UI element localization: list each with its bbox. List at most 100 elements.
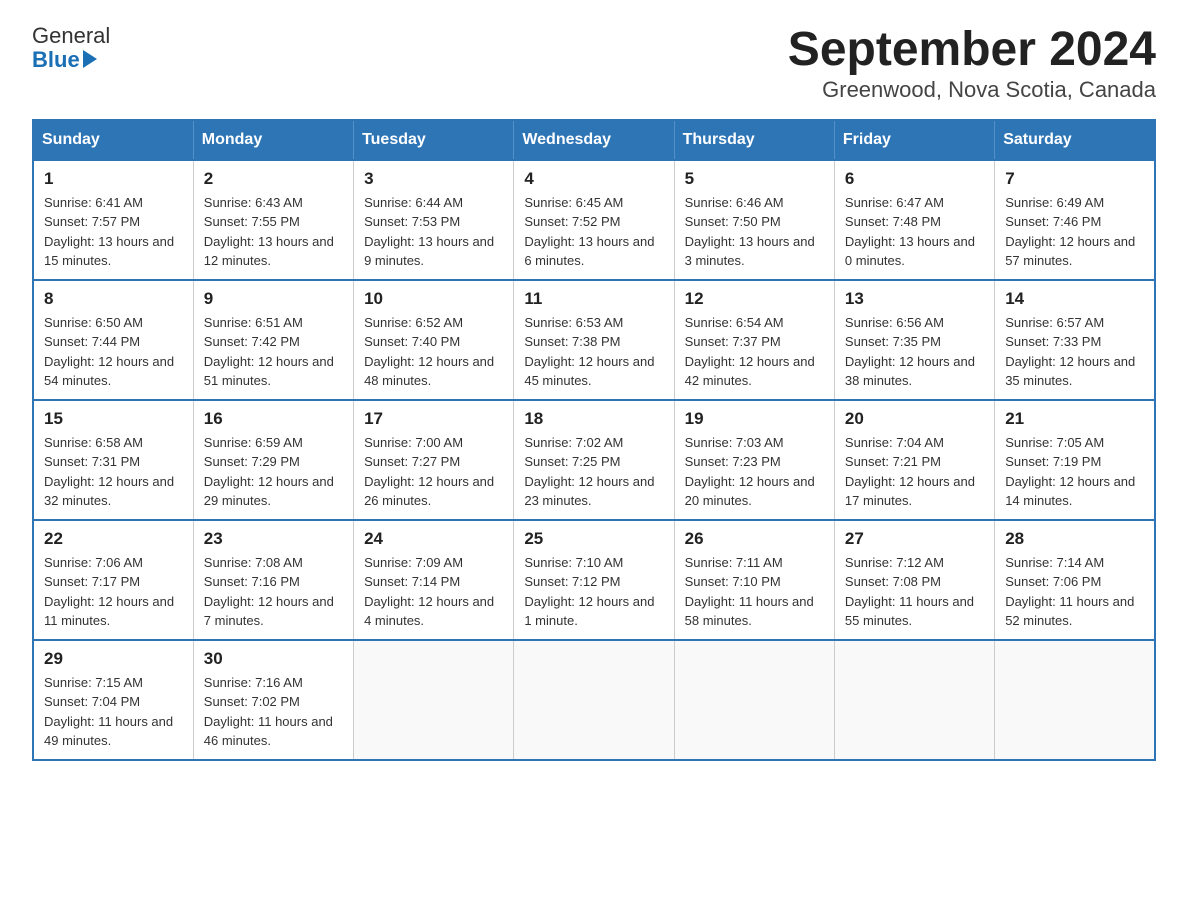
calendar-cell: 27 Sunrise: 7:12 AM Sunset: 7:08 PM Dayl… [834,520,994,640]
day-info: Sunrise: 7:05 AM Sunset: 7:19 PM Dayligh… [1005,433,1144,511]
col-wednesday: Wednesday [514,120,674,160]
day-number: 10 [364,289,503,309]
calendar-week-1: 1 Sunrise: 6:41 AM Sunset: 7:57 PM Dayli… [33,160,1155,280]
day-info: Sunrise: 7:16 AM Sunset: 7:02 PM Dayligh… [204,673,343,751]
calendar-cell: 2 Sunrise: 6:43 AM Sunset: 7:55 PM Dayli… [193,160,353,280]
day-info: Sunrise: 7:08 AM Sunset: 7:16 PM Dayligh… [204,553,343,631]
calendar-cell [674,640,834,760]
col-tuesday: Tuesday [354,120,514,160]
logo-triangle-icon [83,50,97,68]
page-title: September 2024 [788,24,1156,77]
day-number: 9 [204,289,343,309]
calendar-cell: 11 Sunrise: 6:53 AM Sunset: 7:38 PM Dayl… [514,280,674,400]
day-info: Sunrise: 6:54 AM Sunset: 7:37 PM Dayligh… [685,313,824,391]
day-number: 1 [44,169,183,189]
calendar-cell: 7 Sunrise: 6:49 AM Sunset: 7:46 PM Dayli… [995,160,1155,280]
day-number: 28 [1005,529,1144,549]
day-info: Sunrise: 7:11 AM Sunset: 7:10 PM Dayligh… [685,553,824,631]
calendar-cell: 8 Sunrise: 6:50 AM Sunset: 7:44 PM Dayli… [33,280,193,400]
calendar-table: Sunday Monday Tuesday Wednesday Thursday… [32,119,1156,761]
day-number: 21 [1005,409,1144,429]
day-number: 14 [1005,289,1144,309]
calendar-cell: 20 Sunrise: 7:04 AM Sunset: 7:21 PM Dayl… [834,400,994,520]
day-info: Sunrise: 6:51 AM Sunset: 7:42 PM Dayligh… [204,313,343,391]
calendar-cell: 19 Sunrise: 7:03 AM Sunset: 7:23 PM Dayl… [674,400,834,520]
col-thursday: Thursday [674,120,834,160]
day-info: Sunrise: 7:06 AM Sunset: 7:17 PM Dayligh… [44,553,183,631]
day-info: Sunrise: 6:43 AM Sunset: 7:55 PM Dayligh… [204,193,343,271]
day-number: 25 [524,529,663,549]
calendar-cell: 18 Sunrise: 7:02 AM Sunset: 7:25 PM Dayl… [514,400,674,520]
title-block: September 2024 Greenwood, Nova Scotia, C… [788,24,1156,103]
day-number: 30 [204,649,343,669]
calendar-cell: 13 Sunrise: 6:56 AM Sunset: 7:35 PM Dayl… [834,280,994,400]
day-number: 12 [685,289,824,309]
calendar-cell: 6 Sunrise: 6:47 AM Sunset: 7:48 PM Dayli… [834,160,994,280]
calendar-week-5: 29 Sunrise: 7:15 AM Sunset: 7:04 PM Dayl… [33,640,1155,760]
calendar-cell: 30 Sunrise: 7:16 AM Sunset: 7:02 PM Dayl… [193,640,353,760]
col-sunday: Sunday [33,120,193,160]
calendar-cell: 14 Sunrise: 6:57 AM Sunset: 7:33 PM Dayl… [995,280,1155,400]
calendar-cell: 29 Sunrise: 7:15 AM Sunset: 7:04 PM Dayl… [33,640,193,760]
header-row: Sunday Monday Tuesday Wednesday Thursday… [33,120,1155,160]
calendar-week-2: 8 Sunrise: 6:50 AM Sunset: 7:44 PM Dayli… [33,280,1155,400]
page-header: General Blue September 2024 Greenwood, N… [32,24,1156,103]
calendar-cell: 23 Sunrise: 7:08 AM Sunset: 7:16 PM Dayl… [193,520,353,640]
calendar-cell: 1 Sunrise: 6:41 AM Sunset: 7:57 PM Dayli… [33,160,193,280]
day-info: Sunrise: 7:03 AM Sunset: 7:23 PM Dayligh… [685,433,824,511]
day-number: 2 [204,169,343,189]
day-number: 5 [685,169,824,189]
calendar-cell [354,640,514,760]
day-info: Sunrise: 7:02 AM Sunset: 7:25 PM Dayligh… [524,433,663,511]
calendar-cell: 16 Sunrise: 6:59 AM Sunset: 7:29 PM Dayl… [193,400,353,520]
calendar-cell: 17 Sunrise: 7:00 AM Sunset: 7:27 PM Dayl… [354,400,514,520]
day-info: Sunrise: 6:47 AM Sunset: 7:48 PM Dayligh… [845,193,984,271]
day-info: Sunrise: 6:59 AM Sunset: 7:29 PM Dayligh… [204,433,343,511]
day-info: Sunrise: 6:49 AM Sunset: 7:46 PM Dayligh… [1005,193,1144,271]
day-number: 29 [44,649,183,669]
day-number: 16 [204,409,343,429]
calendar-week-4: 22 Sunrise: 7:06 AM Sunset: 7:17 PM Dayl… [33,520,1155,640]
calendar-week-3: 15 Sunrise: 6:58 AM Sunset: 7:31 PM Dayl… [33,400,1155,520]
logo: General Blue [32,24,110,72]
day-info: Sunrise: 7:10 AM Sunset: 7:12 PM Dayligh… [524,553,663,631]
day-info: Sunrise: 7:09 AM Sunset: 7:14 PM Dayligh… [364,553,503,631]
calendar-cell [995,640,1155,760]
day-info: Sunrise: 6:56 AM Sunset: 7:35 PM Dayligh… [845,313,984,391]
day-info: Sunrise: 7:00 AM Sunset: 7:27 PM Dayligh… [364,433,503,511]
day-number: 20 [845,409,984,429]
calendar-cell [514,640,674,760]
day-info: Sunrise: 6:41 AM Sunset: 7:57 PM Dayligh… [44,193,183,271]
day-number: 27 [845,529,984,549]
calendar-cell: 28 Sunrise: 7:14 AM Sunset: 7:06 PM Dayl… [995,520,1155,640]
calendar-cell: 9 Sunrise: 6:51 AM Sunset: 7:42 PM Dayli… [193,280,353,400]
day-info: Sunrise: 6:45 AM Sunset: 7:52 PM Dayligh… [524,193,663,271]
calendar-cell: 22 Sunrise: 7:06 AM Sunset: 7:17 PM Dayl… [33,520,193,640]
day-info: Sunrise: 7:12 AM Sunset: 7:08 PM Dayligh… [845,553,984,631]
col-saturday: Saturday [995,120,1155,160]
day-number: 6 [845,169,984,189]
calendar-cell: 12 Sunrise: 6:54 AM Sunset: 7:37 PM Dayl… [674,280,834,400]
day-info: Sunrise: 6:58 AM Sunset: 7:31 PM Dayligh… [44,433,183,511]
day-number: 7 [1005,169,1144,189]
day-info: Sunrise: 7:14 AM Sunset: 7:06 PM Dayligh… [1005,553,1144,631]
day-info: Sunrise: 6:57 AM Sunset: 7:33 PM Dayligh… [1005,313,1144,391]
calendar-cell [834,640,994,760]
day-info: Sunrise: 7:15 AM Sunset: 7:04 PM Dayligh… [44,673,183,751]
calendar-cell: 10 Sunrise: 6:52 AM Sunset: 7:40 PM Dayl… [354,280,514,400]
day-info: Sunrise: 6:52 AM Sunset: 7:40 PM Dayligh… [364,313,503,391]
logo-general: General [32,24,110,48]
day-info: Sunrise: 6:46 AM Sunset: 7:50 PM Dayligh… [685,193,824,271]
day-info: Sunrise: 6:44 AM Sunset: 7:53 PM Dayligh… [364,193,503,271]
day-number: 18 [524,409,663,429]
day-number: 3 [364,169,503,189]
calendar-cell: 3 Sunrise: 6:44 AM Sunset: 7:53 PM Dayli… [354,160,514,280]
day-number: 26 [685,529,824,549]
day-number: 13 [845,289,984,309]
calendar-cell: 15 Sunrise: 6:58 AM Sunset: 7:31 PM Dayl… [33,400,193,520]
day-info: Sunrise: 6:50 AM Sunset: 7:44 PM Dayligh… [44,313,183,391]
day-number: 15 [44,409,183,429]
calendar-cell: 26 Sunrise: 7:11 AM Sunset: 7:10 PM Dayl… [674,520,834,640]
day-number: 22 [44,529,183,549]
day-number: 19 [685,409,824,429]
